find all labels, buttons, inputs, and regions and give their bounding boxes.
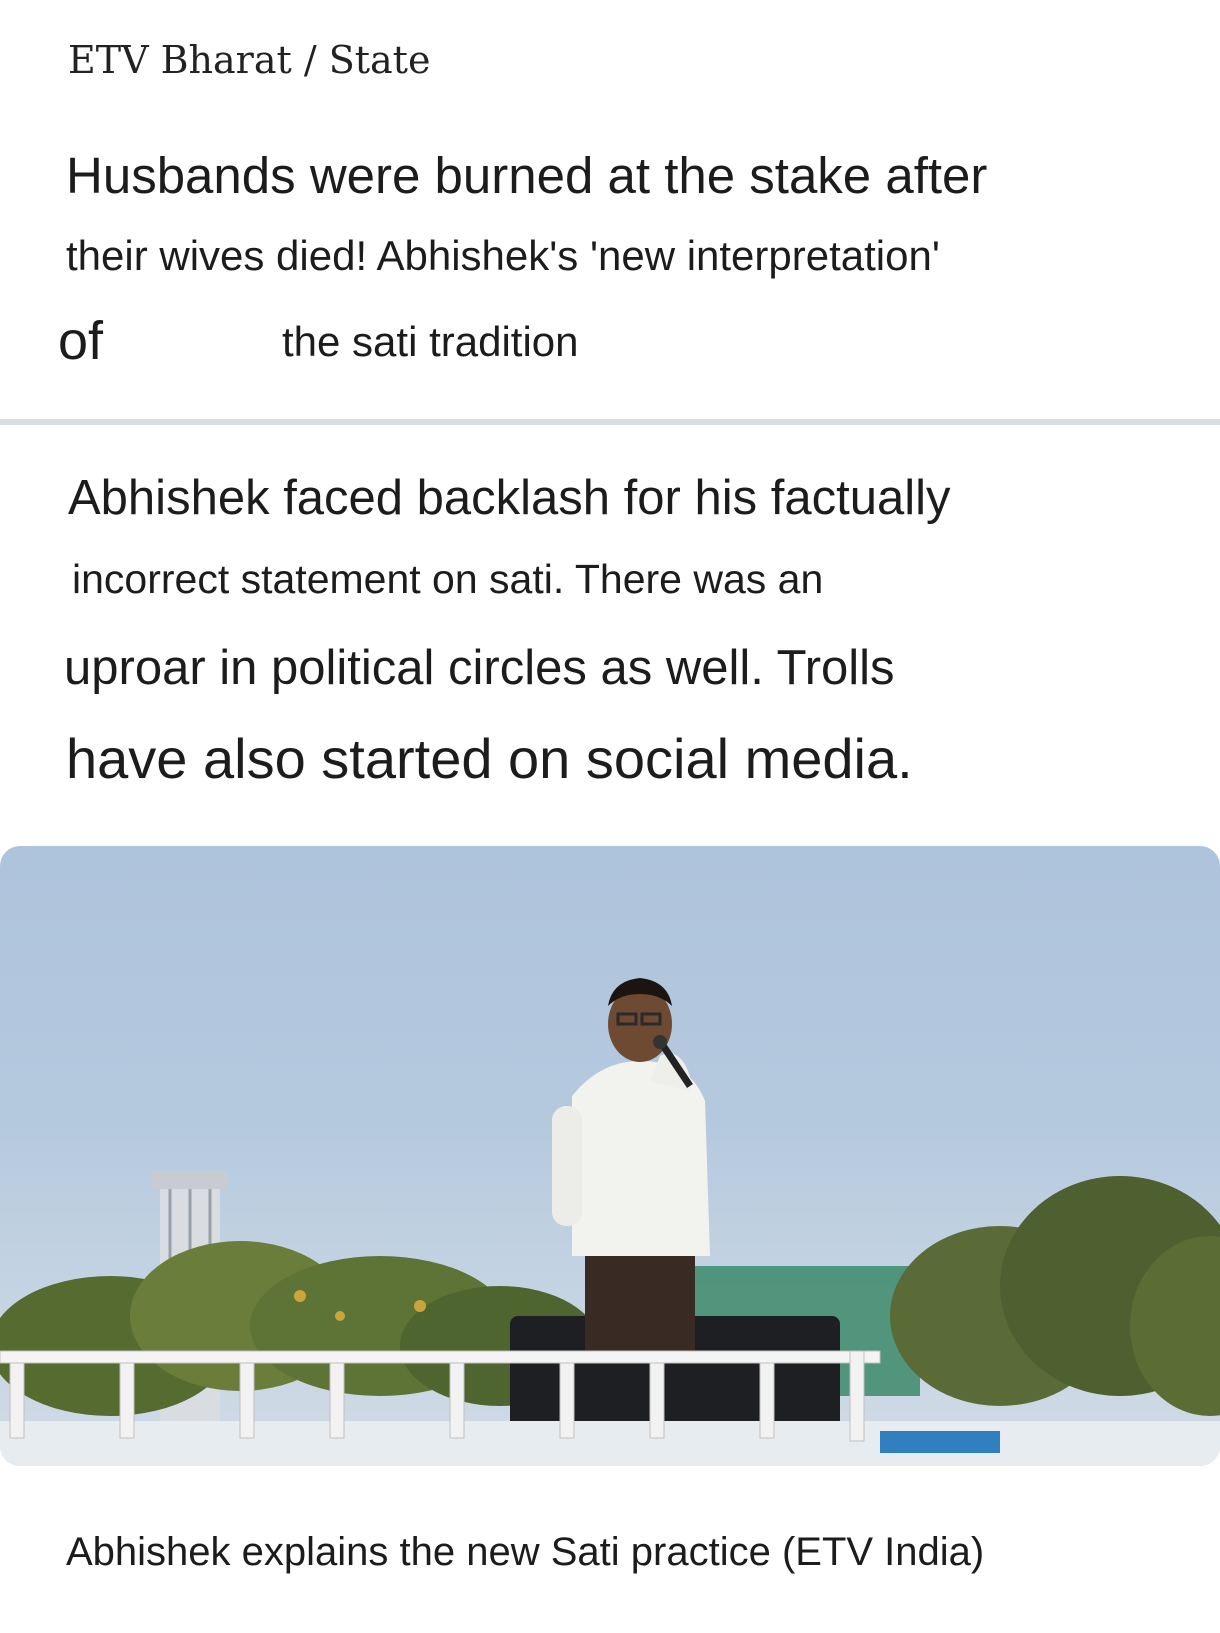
headline-line-1: Husbands were burned at the stake after (66, 147, 988, 204)
headline-line-3-of: of (58, 311, 104, 371)
article-photo[interactable] (0, 846, 1220, 1466)
summary-line-4: have also started on social media. (66, 727, 913, 790)
headline-line-2: their wives died! Abhishek's 'new interp… (66, 232, 940, 279)
trees-right (890, 1176, 1220, 1416)
summary-line-1: Abhishek faced backlash for his factuall… (68, 471, 951, 525)
headline-line-3-rest: the sati tradition (282, 318, 579, 365)
speaker-person (552, 978, 710, 1356)
breadcrumb[interactable]: ETV Bharat / State (68, 38, 430, 82)
section-divider (0, 419, 1220, 425)
summary-line-2: incorrect statement on sati. There was a… (72, 556, 824, 602)
photo-scene (0, 978, 1220, 1466)
photo-caption: Abhishek explains the new Sati practice … (66, 1530, 985, 1574)
summary-line-3: uproar in political circles as well. Tro… (64, 641, 895, 695)
